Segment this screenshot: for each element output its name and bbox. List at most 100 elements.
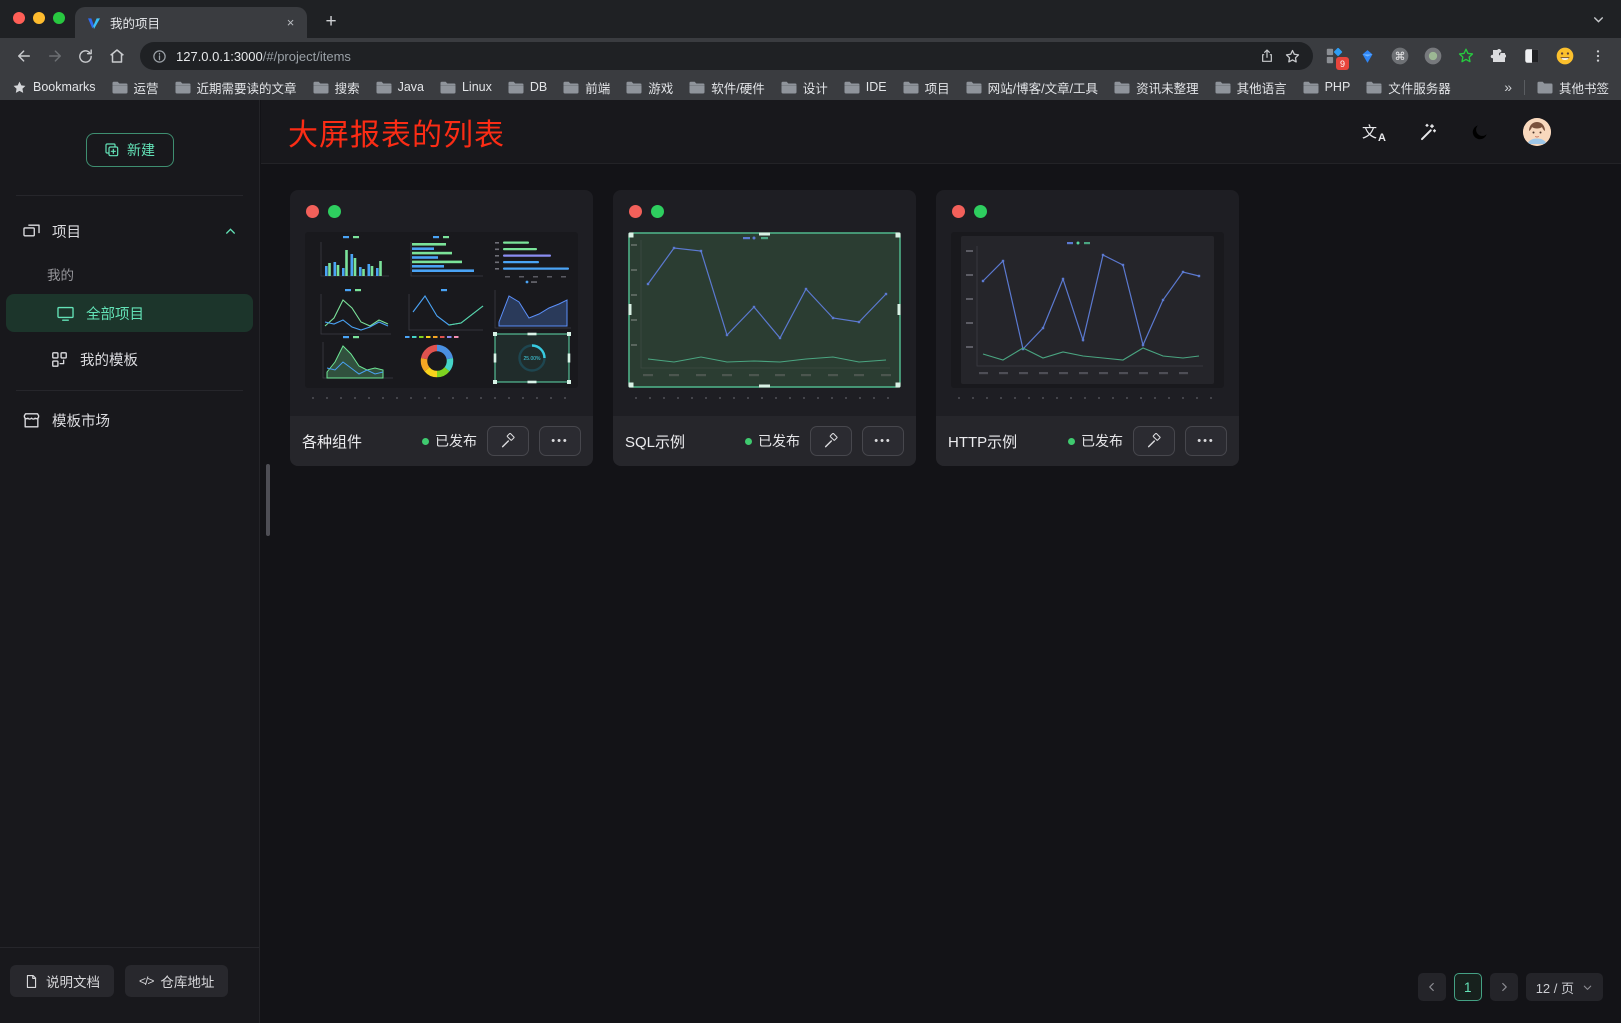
main-area: 大屏报表的列表 文A: [261, 100, 1621, 1023]
bookmark-folder[interactable]: 前端: [563, 78, 610, 97]
card-footer: HTTP示例 已发布 •••: [936, 416, 1239, 466]
sidebar-divider: [16, 195, 243, 196]
bookmark-folder[interactable]: DB: [508, 78, 547, 97]
folder-icon: [966, 81, 982, 94]
bookmark-folder[interactable]: 资讯未整理: [1114, 78, 1199, 97]
line-chart-preview: [628, 232, 901, 388]
bookmark-folder[interactable]: Java: [376, 78, 424, 97]
window-dot-green-icon: [651, 205, 664, 218]
bookmarks-overflow-icon[interactable]: »: [1504, 79, 1512, 95]
extension-record-icon[interactable]: [1422, 45, 1444, 67]
docs-button[interactable]: 说明文档: [10, 965, 114, 997]
folder-icon: [903, 81, 919, 94]
project-card[interactable]: SQL示例 已发布 •••: [613, 190, 916, 466]
more-actions-button[interactable]: •••: [539, 426, 581, 456]
window-minimize-button[interactable]: [33, 12, 45, 24]
project-card[interactable]: 25.00% 各种组件 已发布 •••: [290, 190, 593, 466]
sidebar-item-project[interactable]: 项目: [0, 210, 259, 252]
browser-window: 我的项目 × + 127.0.0.1:3000/#/project/items: [0, 0, 1621, 1023]
sidebar-item-my-templates[interactable]: 我的模板: [0, 338, 259, 380]
page-size-select[interactable]: 12 / 页: [1526, 973, 1603, 1001]
emoji-extension-icon[interactable]: [1554, 45, 1576, 67]
other-bookmarks[interactable]: 其他书签: [1537, 78, 1609, 97]
bookmark-folder[interactable]: IDE: [844, 78, 887, 97]
bookmark-folder[interactable]: 设计: [781, 78, 828, 97]
bookmark-folder[interactable]: PHP: [1303, 78, 1351, 97]
folder-icon: [781, 81, 797, 94]
status-dot-icon: [422, 438, 429, 445]
forward-icon[interactable]: [41, 43, 68, 70]
bookmark-folder[interactable]: 近期需要读的文章: [175, 78, 297, 97]
edit-hammer-button[interactable]: [1133, 426, 1175, 456]
tab-search-chevron-icon[interactable]: [1592, 13, 1605, 31]
reload-icon[interactable]: [72, 43, 99, 70]
sidebar-item-all-projects[interactable]: 全部项目: [6, 294, 253, 332]
edit-hammer-button[interactable]: [810, 426, 852, 456]
window-zoom-button[interactable]: [53, 12, 65, 24]
dark-mode-extension-icon[interactable]: [1521, 45, 1543, 67]
scrollbar-thumb[interactable]: [266, 464, 270, 536]
window-close-button[interactable]: [13, 12, 25, 24]
folder-icon: [313, 81, 329, 94]
prev-page-button[interactable]: [1418, 973, 1446, 1001]
project-name: 各种组件: [302, 431, 412, 452]
project-thumbnail[interactable]: [628, 232, 901, 388]
bookmark-folder[interactable]: 软件/硬件: [689, 78, 764, 97]
url-path: /#/project/items: [263, 49, 351, 64]
more-actions-button[interactable]: •••: [862, 426, 904, 456]
monitor-icon: [56, 304, 75, 323]
repo-button[interactable]: </> 仓库地址: [125, 965, 228, 997]
more-actions-button[interactable]: •••: [1185, 426, 1227, 456]
chevron-right-icon: [1498, 981, 1510, 993]
folder-icon: [376, 81, 392, 94]
project-thumbnail[interactable]: 25.00%: [305, 232, 578, 388]
goview-app: 新建 项目 我的 全部项目 我的模板 模板市场: [0, 100, 1621, 1023]
theme-moon-icon[interactable]: [1470, 122, 1490, 142]
extension-gem-icon[interactable]: [1356, 45, 1378, 67]
folder-icon: [1215, 81, 1231, 94]
project-card[interactable]: HTTP示例 已发布 •••: [936, 190, 1239, 466]
project-name: HTTP示例: [948, 431, 1058, 452]
magic-wand-icon[interactable]: [1417, 122, 1437, 142]
chevron-down-icon: [1582, 982, 1593, 993]
browser-menu-icon[interactable]: [1587, 45, 1609, 67]
current-page-button[interactable]: 1: [1454, 973, 1482, 1001]
browser-tab[interactable]: 我的项目 ×: [75, 7, 307, 38]
folder-icon: [1303, 81, 1319, 94]
sidebar-footer: 说明文档 </> 仓库地址: [0, 947, 259, 1023]
publish-status: 已发布: [745, 431, 800, 451]
home-icon[interactable]: [103, 43, 130, 70]
window-dot-green-icon: [328, 205, 341, 218]
bookmark-folder[interactable]: 搜索: [313, 78, 360, 97]
edit-hammer-button[interactable]: [487, 426, 529, 456]
new-project-button[interactable]: 新建: [86, 133, 174, 167]
bookmark-folder[interactable]: Linux: [440, 78, 492, 97]
next-page-button[interactable]: [1490, 973, 1518, 1001]
sidebar-item-template-market[interactable]: 模板市场: [0, 399, 259, 441]
new-tab-button[interactable]: +: [318, 9, 344, 35]
address-bar[interactable]: 127.0.0.1:3000/#/project/items: [140, 42, 1313, 70]
bookmarks-manager[interactable]: Bookmarks: [12, 80, 96, 95]
sidebar-divider: [16, 390, 243, 391]
bookmark-folder[interactable]: 运营: [112, 78, 159, 97]
extension-green-star-icon[interactable]: [1455, 45, 1477, 67]
bookmark-folder[interactable]: 网站/博客/文章/工具: [966, 78, 1098, 97]
user-avatar[interactable]: [1523, 118, 1551, 146]
extensions-puzzle-icon[interactable]: [1488, 45, 1510, 67]
bookmark-folder[interactable]: 文件服务器: [1366, 78, 1451, 97]
sidebar: 新建 项目 我的 全部项目 我的模板 模板市场: [0, 100, 260, 1023]
extension-command-icon[interactable]: ⌘: [1389, 45, 1411, 67]
share-icon[interactable]: [1259, 48, 1275, 64]
bookmarks-divider: [1524, 80, 1525, 95]
tab-close-icon[interactable]: ×: [282, 14, 299, 31]
bookmark-folder[interactable]: 项目: [903, 78, 950, 97]
language-icon[interactable]: 文A: [1362, 121, 1384, 142]
site-info-icon[interactable]: [152, 49, 167, 64]
goview-logo-icon: [86, 15, 102, 31]
bookmark-star-icon[interactable]: [1284, 48, 1301, 65]
bookmark-folder[interactable]: 游戏: [626, 78, 673, 97]
extension-grid-icon[interactable]: 9: [1323, 45, 1345, 67]
project-thumbnail[interactable]: [951, 232, 1224, 388]
bookmark-folder[interactable]: 其他语言: [1215, 78, 1287, 97]
back-icon[interactable]: [10, 43, 37, 70]
